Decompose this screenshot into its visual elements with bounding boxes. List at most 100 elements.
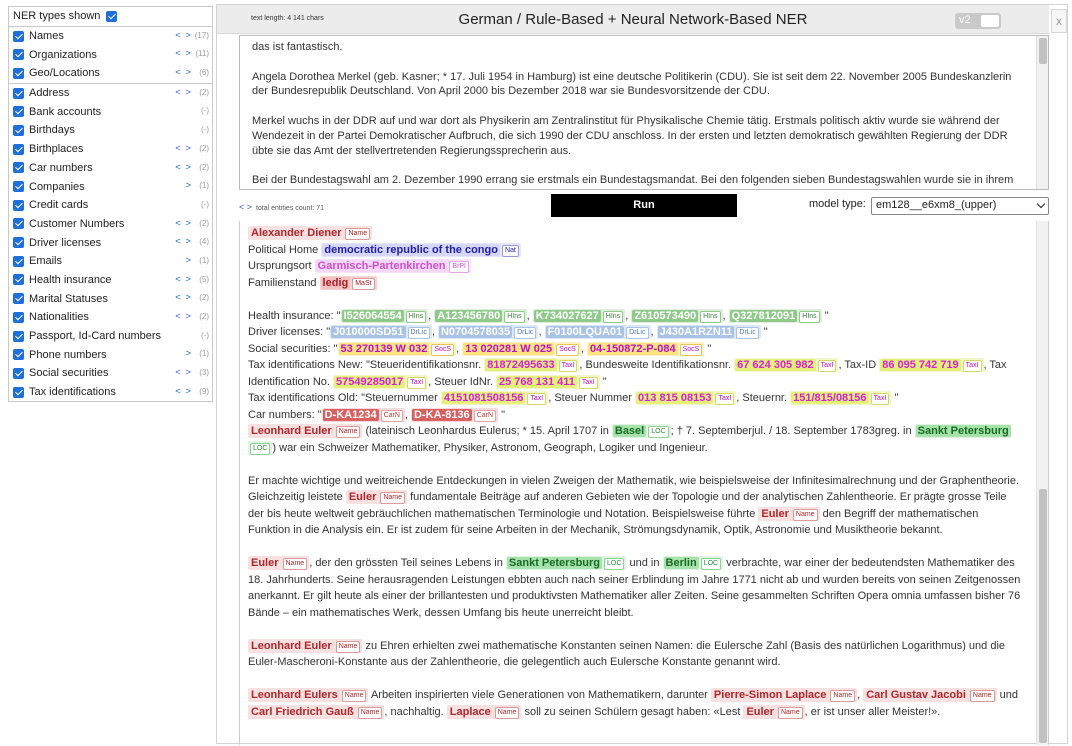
entity-nav-arrows[interactable]: >: [185, 255, 192, 266]
ner-type-checkbox[interactable]: [13, 349, 24, 361]
ner-type-emails[interactable]: Emails > (1): [9, 252, 212, 271]
entity-driver-license[interactable]: N0704578035: [438, 326, 513, 338]
entity-social-security[interactable]: 13 020281 W 025: [463, 342, 555, 355]
entity-social-security[interactable]: 53 270139 W 032: [338, 342, 430, 355]
ner-type-marital-statuses[interactable]: Marital Statuses < > (2): [9, 289, 212, 308]
ner-type-checkbox[interactable]: [13, 330, 24, 342]
entity-nav-arrows[interactable]: < >: [175, 87, 192, 98]
ner-type-checkbox[interactable]: [13, 218, 24, 230]
ner-type-checkbox[interactable]: [13, 367, 24, 379]
entity-name[interactable]: Alexander Diener: [249, 227, 344, 239]
ner-type-tax-identifications[interactable]: Tax identifications < > (9): [9, 383, 212, 402]
entity-nav-arrows[interactable]: < >: [175, 386, 192, 397]
ner-type-checkbox[interactable]: [13, 124, 24, 136]
ner-type-social-securities[interactable]: Social securities < > (3): [9, 364, 212, 383]
ner-type-birthplaces[interactable]: Birthplaces < > (2): [9, 140, 212, 159]
entity-location[interactable]: Sankt Petersburg: [506, 557, 603, 569]
ner-type-phone-numbers[interactable]: Phone numbers > (1): [9, 345, 212, 364]
ner-type-checkbox[interactable]: [13, 143, 24, 155]
entity-health-insurance[interactable]: A123456780: [435, 309, 503, 322]
ner-type-customer-numbers[interactable]: Customer Numbers < > (2): [9, 215, 212, 234]
ner-type-nationalities[interactable]: Nationalities < > (2): [9, 308, 212, 327]
entity-name[interactable]: Pierre-Simon Laplace: [711, 689, 829, 701]
entity-name[interactable]: Carl Gustav Jacobi: [864, 689, 968, 701]
entity-nav-arrows[interactable]: < >: [175, 292, 192, 303]
close-icon[interactable]: x: [1051, 9, 1067, 33]
ner-type-checkbox[interactable]: [13, 162, 24, 174]
entity-tax-id[interactable]: 4151081508156: [441, 392, 526, 404]
entity-nav-arrows[interactable]: < >: [239, 202, 252, 212]
entity-nav-arrows[interactable]: < >: [175, 143, 192, 154]
ner-type-driver-licenses[interactable]: Driver licenses < > (4): [9, 233, 212, 252]
ner-type-checkbox[interactable]: [13, 87, 24, 99]
entity-health-insurance[interactable]: Z610573490: [632, 309, 699, 322]
entity-location[interactable]: Sankt Petersburg: [915, 425, 1011, 437]
ner-type-credit-cards[interactable]: Credit cards (-): [9, 196, 212, 215]
entity-tax-id[interactable]: 86 095 742 719: [880, 359, 961, 371]
entity-nav-arrows[interactable]: < >: [175, 67, 192, 78]
entity-tax-id[interactable]: 151/815/08156: [791, 392, 869, 404]
entity-tax-id[interactable]: 67 624 305 982: [735, 359, 816, 371]
entity-nav-arrows[interactable]: < >: [175, 367, 192, 378]
entity-social-security[interactable]: 04-150872-P-084: [587, 342, 678, 355]
ner-type-checkbox[interactable]: [13, 255, 24, 267]
ner-type-checkbox[interactable]: [13, 49, 24, 61]
scroll-thumb[interactable]: [1039, 38, 1047, 64]
entity-nav-arrows[interactable]: < >: [175, 30, 192, 41]
entity-name[interactable]: Leonhard Euler: [249, 425, 334, 437]
entity-tax-id[interactable]: 25 768 131 411: [497, 375, 577, 388]
entity-car-number[interactable]: D-KA1234: [322, 408, 379, 421]
ner-type-health-insurance[interactable]: Health insurance < > (5): [9, 271, 212, 290]
entity-name[interactable]: Carl Friedrich Gauß: [249, 705, 356, 718]
ner-type-address[interactable]: Address < > (2): [9, 84, 212, 103]
toggle-all-checkbox[interactable]: [106, 10, 118, 22]
ner-type-passport-id-card-numbers[interactable]: Passport, Id-Card numbers (-): [9, 327, 212, 346]
entity-name[interactable]: Leonhard Eulers: [249, 689, 340, 701]
ner-type-checkbox[interactable]: [13, 237, 24, 249]
entity-nav-arrows[interactable]: < >: [175, 274, 192, 285]
ner-type-checkbox[interactable]: [13, 311, 24, 323]
entity-car-number[interactable]: D-KA-8136: [412, 408, 472, 421]
ner-type-names[interactable]: Names < > (17): [9, 27, 212, 46]
ner-type-checkbox[interactable]: [13, 274, 24, 286]
entity-nav-arrows[interactable]: < >: [175, 236, 192, 247]
entity-health-insurance[interactable]: Q327812091: [729, 309, 798, 322]
ner-type-companies[interactable]: Companies > (1): [9, 177, 212, 196]
entity-name[interactable]: Euler: [249, 557, 281, 569]
entity-health-insurance[interactable]: K734027627: [533, 309, 601, 322]
entity-driver-license[interactable]: F0100LQUA01: [545, 326, 625, 338]
entity-name[interactable]: Euler: [346, 491, 379, 503]
version-toggle[interactable]: v2: [955, 13, 1001, 29]
input-textarea[interactable]: das ist fantastisch. Angela Dorothea Mer…: [239, 35, 1049, 190]
input-scrollbar[interactable]: [1036, 36, 1048, 189]
ner-type-car-numbers[interactable]: Car numbers < > (2): [9, 159, 212, 178]
entity-nav-arrows[interactable]: >: [185, 348, 192, 359]
entity-location[interactable]: Berlin: [663, 557, 699, 569]
scroll-thumb[interactable]: [1039, 489, 1047, 743]
ner-type-birthdays[interactable]: Birthdays (-): [9, 121, 212, 140]
entity-name[interactable]: Euler: [744, 705, 776, 718]
ner-type-checkbox[interactable]: [13, 199, 24, 211]
entity-tax-id[interactable]: 57549285017: [334, 375, 406, 388]
output-scrollbar[interactable]: [1036, 221, 1048, 745]
ner-type-checkbox[interactable]: [13, 106, 24, 118]
ner-type-organizations[interactable]: Organizations < > (11): [9, 45, 212, 64]
entity-birthplace[interactable]: Garmisch-Partenkirchen: [315, 260, 448, 272]
entity-nav-arrows[interactable]: >: [185, 180, 192, 191]
entity-nav-arrows[interactable]: < >: [175, 48, 192, 59]
ner-type-checkbox[interactable]: [13, 30, 24, 42]
entity-tax-id[interactable]: 013 815 08153: [636, 392, 714, 404]
entity-nationality[interactable]: democratic republic of the congo: [322, 243, 500, 256]
ner-type-geo-locations[interactable]: Geo/Locations < > (6): [9, 64, 212, 83]
entity-name[interactable]: Laplace: [447, 705, 493, 718]
entity-nav-arrows[interactable]: < >: [175, 162, 192, 173]
ner-type-checkbox[interactable]: [13, 293, 24, 305]
entity-nav-arrows[interactable]: < >: [175, 218, 192, 229]
entity-tax-id[interactable]: 81872495633: [485, 359, 557, 371]
entity-driver-license[interactable]: J430A1RZN11: [657, 326, 735, 338]
ner-type-bank-accounts[interactable]: Bank accounts (-): [9, 102, 212, 121]
entity-name[interactable]: Leonhard Euler: [249, 639, 334, 652]
ner-type-checkbox[interactable]: [13, 181, 24, 193]
run-button[interactable]: Run: [551, 194, 737, 217]
entity-health-insurance[interactable]: I526064554: [341, 309, 404, 322]
